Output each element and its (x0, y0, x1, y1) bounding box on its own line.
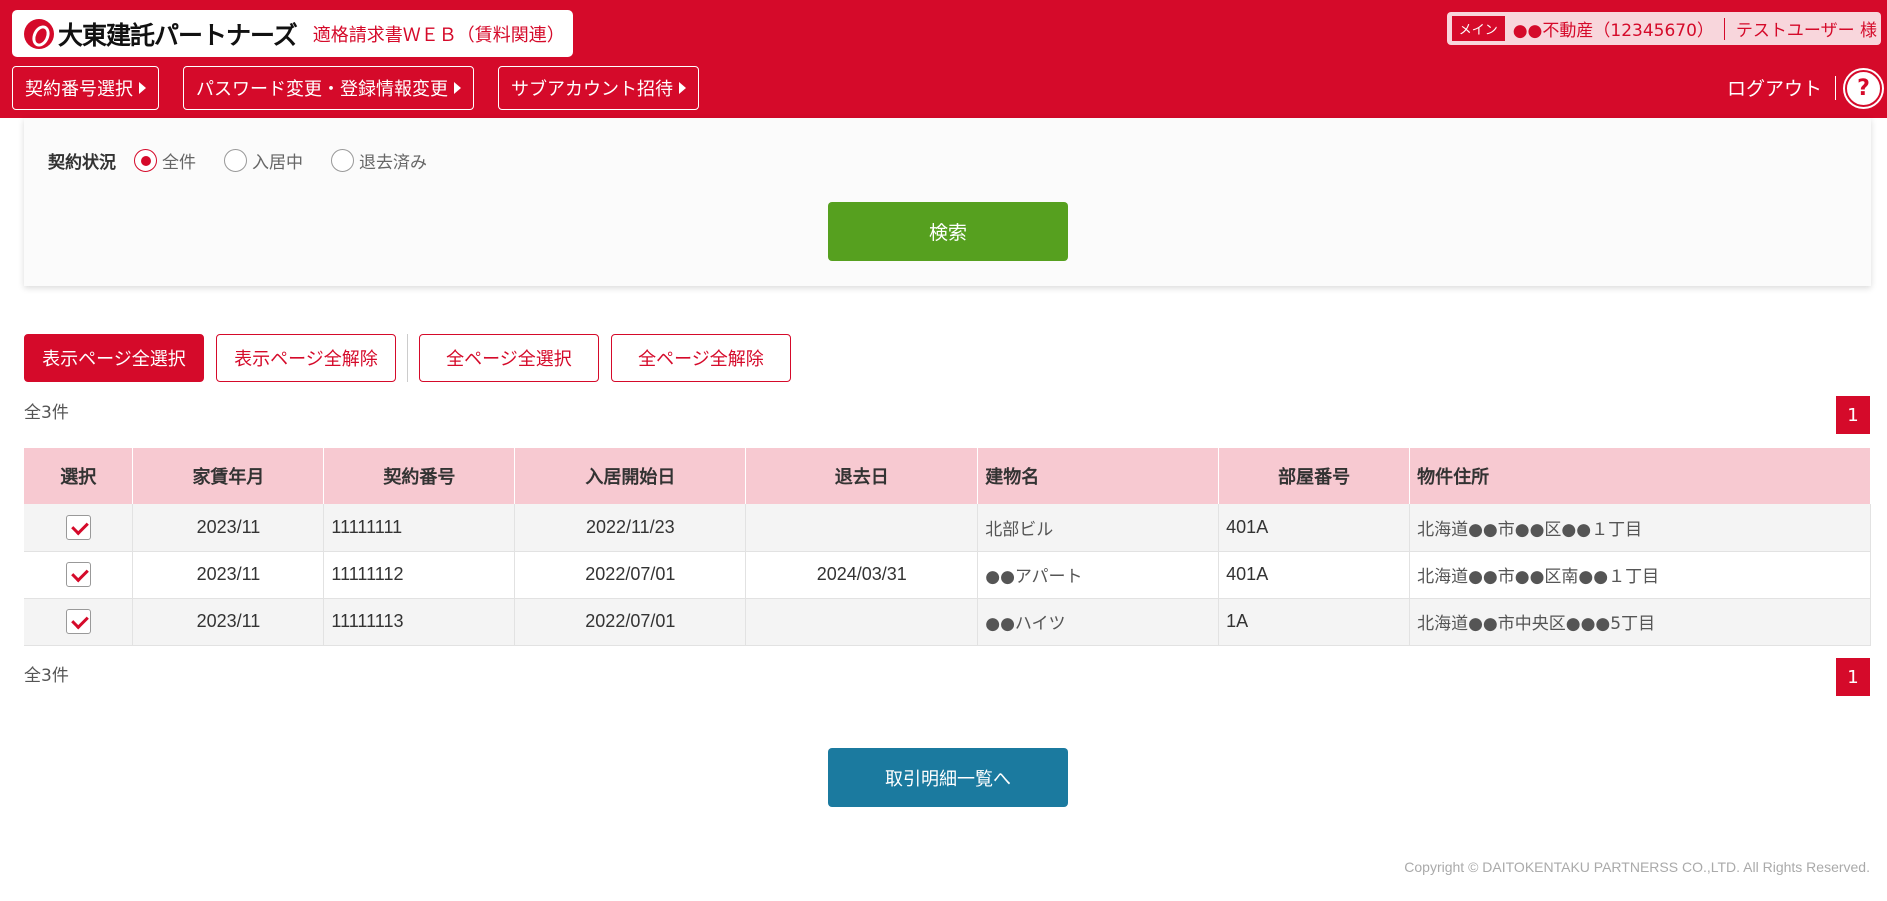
transaction-list-button[interactable]: 取引明細一覧へ (828, 748, 1068, 807)
row-checkbox[interactable] (65, 514, 91, 540)
search-panel: 契約状況 全件 入居中 退去済み 検索 (24, 118, 1871, 286)
address-cell: 北海道●●市●●区●●１丁目 (1409, 504, 1871, 552)
deselect-all-pages-button[interactable]: 全ページ全解除 (611, 334, 791, 382)
status-option-occupied[interactable]: 入居中 (224, 148, 303, 173)
radio-checked-icon[interactable] (134, 149, 157, 172)
copyright: Copyright © DAITOKENTAKU PARTNERSS CO.,L… (1404, 859, 1870, 875)
divider (407, 334, 408, 382)
pagination-page[interactable]: 1 (1836, 396, 1870, 434)
move-out-date-cell (745, 504, 979, 552)
room-number-cell: 1A (1218, 598, 1411, 646)
select-all-pages-button[interactable]: 全ページ全選択 (419, 334, 599, 382)
select-page-all-button[interactable]: 表示ページ全選択 (24, 334, 204, 382)
status-option-all[interactable]: 全件 (134, 148, 196, 173)
address-cell: 北海道●●市●●区南●●１丁目 (1409, 551, 1871, 599)
table-row: 2023/11 11111113 2022/07/01 ●●ハイツ 1A 北海道… (24, 598, 1871, 646)
column-header: 契約番号 (323, 448, 516, 504)
divider (1835, 76, 1836, 100)
selection-toolbar: 表示ページ全選択 表示ページ全解除 全ページ全選択 全ページ全解除 (24, 334, 791, 382)
contract-number-cell: 11111113 (323, 598, 516, 646)
row-checkbox[interactable] (65, 562, 91, 587)
logout-link[interactable]: ログアウト (1727, 74, 1822, 101)
caret-right-icon (139, 82, 146, 94)
building-name-cell: ●●アパート (977, 551, 1220, 599)
move-out-date-cell: 2024/03/31 (745, 551, 979, 599)
rent-month-cell: 2023/11 (132, 551, 325, 599)
column-header: 物件住所 (1409, 448, 1871, 504)
company-name: ●●不動産（12345670） (1512, 21, 1714, 41)
contract-status-label: 契約状況 (48, 153, 116, 173)
building-name-cell: ●●ハイツ (977, 598, 1220, 646)
move-in-date-cell: 2022/07/01 (514, 551, 747, 599)
table-header-row: 選択 家賃年月 契約番号 入居開始日 退去日 建物名 部屋番号 物件住所 (24, 448, 1871, 504)
rent-month-cell: 2023/11 (132, 504, 325, 552)
nav-label: 契約番号選択 (25, 79, 133, 100)
contract-select-button[interactable]: 契約番号選択 (12, 66, 159, 110)
pagination-page[interactable]: 1 (1836, 658, 1870, 696)
service-name: 適格請求書ＷＥＢ（賃料関連） (312, 24, 565, 46)
password-change-button[interactable]: パスワード変更・登録情報変更 (183, 66, 474, 110)
help-icon[interactable]: ? (1845, 70, 1882, 107)
move-in-date-cell: 2022/11/23 (514, 504, 747, 552)
radio-label: 全件 (162, 153, 196, 173)
row-checkbox[interactable] (65, 609, 91, 634)
logo-text: 大東建託パートナーズ (58, 20, 298, 50)
table-row: 2023/11 11111111 2022/11/23 北部ビル 401A 北海… (24, 504, 1871, 552)
contract-number-cell: 11111111 (323, 504, 516, 552)
caret-right-icon (679, 82, 686, 94)
search-button[interactable]: 検索 (828, 202, 1068, 261)
column-header: 退去日 (745, 448, 979, 504)
contract-table: 選択 家賃年月 契約番号 入居開始日 退去日 建物名 部屋番号 物件住所 202… (24, 448, 1871, 646)
radio-label: 退去済み (359, 153, 427, 173)
result-count: 全3件 (24, 666, 69, 686)
table-row: 2023/11 11111112 2022/07/01 2024/03/31 ●… (24, 551, 1871, 599)
move-out-date-cell (745, 598, 979, 646)
building-name-cell: 北部ビル (977, 504, 1220, 552)
user-name: テストユーザー 様 (1735, 21, 1877, 41)
contract-number-cell: 11111112 (323, 551, 516, 599)
result-count: 全3件 (24, 403, 69, 423)
rent-month-cell: 2023/11 (132, 598, 325, 646)
radio-unchecked-icon[interactable] (224, 149, 247, 172)
column-header: 家賃年月 (132, 448, 325, 504)
select-cell (24, 551, 134, 599)
header: 大東建託パートナーズ 適格請求書ＷＥＢ（賃料関連） メイン ●●不動産（1234… (0, 0, 1887, 118)
column-header: 部屋番号 (1218, 448, 1411, 504)
account-info: メイン ●●不動産（12345670） テストユーザー 様 (1446, 12, 1881, 45)
nav-label: パスワード変更・登録情報変更 (196, 79, 448, 100)
radio-label: 入居中 (252, 153, 303, 173)
room-number-cell: 401A (1218, 551, 1411, 599)
column-header: 入居開始日 (514, 448, 747, 504)
logo[interactable]: 大東建託パートナーズ 適格請求書ＷＥＢ（賃料関連） (12, 10, 573, 57)
address-cell: 北海道●●市中央区●●●5丁目 (1409, 598, 1871, 646)
column-header: 選択 (24, 448, 134, 504)
sub-account-invite-button[interactable]: サブアカウント招待 (498, 66, 699, 110)
status-option-moved-out[interactable]: 退去済み (331, 148, 427, 173)
divider (1723, 17, 1725, 40)
main-account-badge: メイン (1451, 16, 1505, 41)
column-header: 建物名 (977, 448, 1220, 504)
move-in-date-cell: 2022/07/01 (514, 598, 747, 646)
select-cell (24, 598, 134, 646)
contract-status-radio-group: 全件 入居中 退去済み (134, 148, 455, 173)
caret-right-icon (454, 82, 461, 94)
nav-label: サブアカウント招待 (511, 79, 673, 100)
room-number-cell: 401A (1218, 504, 1411, 552)
brand-logo-icon (24, 18, 54, 49)
deselect-page-all-button[interactable]: 表示ページ全解除 (216, 334, 396, 382)
radio-unchecked-icon[interactable] (331, 149, 354, 172)
select-cell (24, 504, 134, 552)
header-nav: 契約番号選択 パスワード変更・登録情報変更 サブアカウント招待 (12, 66, 699, 110)
